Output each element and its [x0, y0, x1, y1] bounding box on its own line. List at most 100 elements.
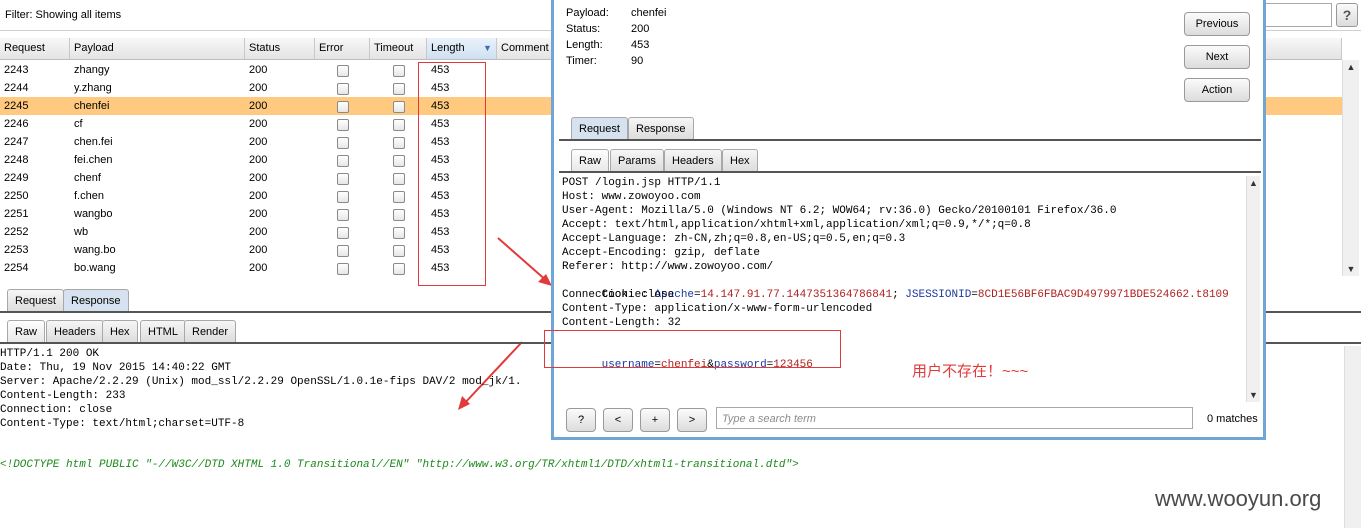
cell-request: 2248 — [4, 154, 29, 166]
search-input[interactable]: Type a search term — [716, 407, 1193, 429]
tab-hex[interactable]: Hex — [102, 320, 138, 342]
timeout-checkbox[interactable] — [393, 119, 405, 131]
scroll-up-icon[interactable]: ▲ — [1343, 60, 1359, 74]
cell-status: 200 — [249, 208, 268, 220]
error-checkbox[interactable] — [337, 263, 349, 275]
timeout-checkbox[interactable] — [393, 191, 405, 203]
cell-request: 2254 — [4, 262, 29, 274]
request-line: Accept-Encoding: gzip, deflate — [562, 247, 761, 259]
tab-request[interactable]: Request — [7, 289, 64, 311]
cookie-line: Cookie: Apache=14.147.91.77.144735136478… — [601, 289, 1229, 301]
popup-subtab-divider — [559, 171, 1261, 173]
response-scrollbar[interactable] — [1344, 346, 1361, 528]
error-checkbox[interactable] — [337, 65, 349, 77]
error-checkbox[interactable] — [337, 209, 349, 221]
error-checkbox[interactable] — [337, 101, 349, 113]
error-checkbox[interactable] — [337, 227, 349, 239]
status-value: 200 — [631, 23, 650, 35]
scroll-down-icon[interactable]: ▼ — [1343, 262, 1359, 276]
scroll-down-icon[interactable]: ▼ — [1247, 388, 1260, 402]
post-body-highlight-box — [544, 330, 841, 368]
timeout-checkbox[interactable] — [393, 83, 405, 95]
search-prev-button[interactable]: < — [603, 408, 633, 432]
request-raw-view[interactable]: POST /login.jsp HTTP/1.1 Host: www.zowoyo… — [554, 176, 1244, 402]
sort-desc-icon: ▼ — [483, 43, 492, 53]
next-button[interactable]: Next — [1184, 45, 1250, 69]
table-scrollbar[interactable]: ▲ ▼ — [1342, 60, 1359, 276]
column-header-payload[interactable]: Payload — [70, 38, 245, 59]
help-button[interactable]: ? — [1336, 3, 1358, 27]
request-line: Referer: http://www.zowoyoo.com/ — [562, 261, 774, 273]
timeout-checkbox[interactable] — [393, 245, 405, 257]
response-line: Content-Length: 233 — [0, 390, 126, 402]
column-header-error[interactable]: Error — [315, 38, 370, 59]
column-header-status[interactable]: Status — [245, 38, 315, 59]
tab-response[interactable]: Response — [63, 289, 129, 311]
column-header-length[interactable]: Length ▼ — [427, 38, 497, 59]
payload-value: chenfei — [631, 7, 667, 19]
cell-payload: cf — [74, 118, 83, 130]
intruder-result-window: Payload: chenfei Status: 200 Length: 453… — [551, 0, 1266, 440]
request-line: Accept: text/html,application/xhtml+xml,… — [562, 219, 1031, 231]
popup-tab-hex[interactable]: Hex — [722, 149, 758, 171]
cookie-jsession-value: 8CD1E56BF6FBAC9D4979971BDE524662.t8109 — [977, 289, 1229, 301]
cell-request: 2251 — [4, 208, 29, 220]
timeout-checkbox[interactable] — [393, 227, 405, 239]
column-header-timeout[interactable]: Timeout — [370, 38, 427, 59]
tab-render[interactable]: Render — [184, 320, 237, 342]
previous-button[interactable]: Previous — [1184, 12, 1250, 36]
timeout-checkbox[interactable] — [393, 155, 405, 167]
timeout-checkbox[interactable] — [393, 137, 405, 149]
error-checkbox[interactable] — [337, 173, 349, 185]
error-checkbox[interactable] — [337, 137, 349, 149]
column-header-request[interactable]: Request — [0, 38, 70, 59]
cell-request: 2252 — [4, 226, 29, 238]
cell-payload: wang.bo — [74, 244, 116, 256]
action-button[interactable]: Action — [1184, 78, 1250, 102]
popup-tab-response[interactable]: Response — [628, 117, 694, 139]
arrow-to-request-line — [497, 237, 549, 283]
request-line: Accept-Language: zh-CN,zh;q=0.8,en-US;q=… — [562, 233, 906, 245]
error-checkbox[interactable] — [337, 245, 349, 257]
cell-status: 200 — [249, 100, 268, 112]
timeout-checkbox[interactable] — [393, 173, 405, 185]
error-checkbox[interactable] — [337, 191, 349, 203]
search-add-button[interactable]: + — [640, 408, 670, 432]
request-line: Host: www.zowoyoo.com — [562, 191, 701, 203]
search-help-button[interactable]: ? — [566, 408, 596, 432]
column-header-length-label: Length — [431, 42, 465, 54]
popup-tab-headers[interactable]: Headers — [664, 149, 722, 171]
tab-html[interactable]: HTML — [140, 320, 186, 342]
scroll-up-icon[interactable]: ▲ — [1247, 176, 1260, 190]
filter-label[interactable]: Filter: Showing all items — [5, 9, 121, 21]
error-checkbox[interactable] — [337, 83, 349, 95]
cell-status: 200 — [249, 172, 268, 184]
cell-request: 2244 — [4, 82, 29, 94]
tab-raw[interactable]: Raw — [7, 320, 46, 342]
tab-headers[interactable]: Headers — [46, 320, 104, 342]
error-checkbox[interactable] — [337, 155, 349, 167]
timeout-checkbox[interactable] — [393, 101, 405, 113]
cell-status: 200 — [249, 190, 268, 202]
watermark: www.wooyun.org — [1155, 486, 1322, 511]
request-scrollbar[interactable]: ▲ ▼ — [1246, 176, 1260, 402]
cell-payload: bo.wang — [74, 262, 116, 274]
request-line: User-Agent: Mozilla/5.0 (Windows NT 6.2;… — [562, 205, 1117, 217]
popup-tab-params[interactable]: Params — [610, 149, 664, 171]
popup-tab-request[interactable]: Request — [571, 117, 628, 139]
error-checkbox[interactable] — [337, 119, 349, 131]
timeout-checkbox[interactable] — [393, 65, 405, 77]
search-next-button[interactable]: > — [677, 408, 707, 432]
timeout-checkbox[interactable] — [393, 263, 405, 275]
cell-status: 200 — [249, 244, 268, 256]
cell-payload: wangbo — [74, 208, 113, 220]
popup-tab-raw[interactable]: Raw — [571, 149, 610, 171]
timeout-checkbox[interactable] — [393, 209, 405, 221]
response-raw-view[interactable]: HTTP/1.1 200 OK Date: Thu, 19 Nov 2015 14… — [0, 347, 555, 457]
cell-status: 200 — [249, 226, 268, 238]
length-label: Length: — [566, 39, 603, 51]
annotation-note: 用户不存在！~~~ — [912, 363, 1029, 380]
timer-label: Timer: — [566, 55, 597, 67]
response-line: Server: Apache/2.2.29 (Unix) mod_ssl/2.2… — [0, 376, 522, 388]
cell-payload: zhangy — [74, 64, 110, 76]
